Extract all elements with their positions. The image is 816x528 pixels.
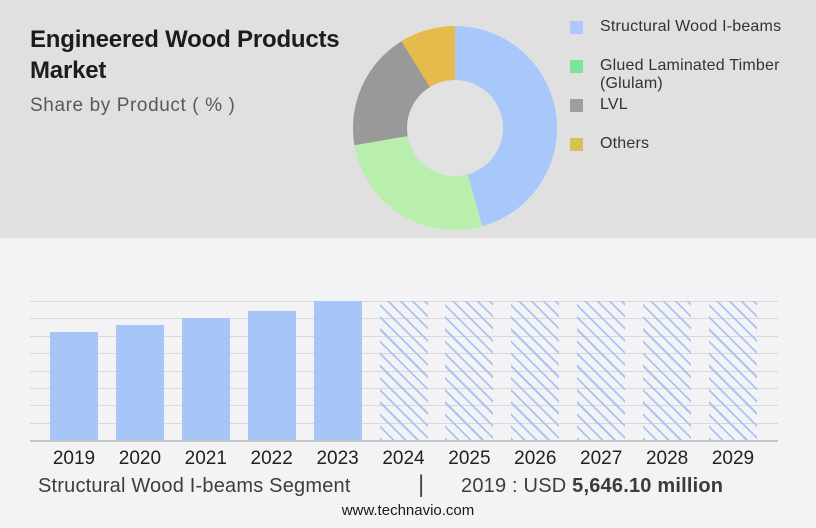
donut-hole — [407, 80, 503, 176]
bar-2023 — [314, 301, 362, 440]
legend-label: LVL — [600, 96, 628, 114]
caption-row: Structural Wood I-beams Segment | 2019 :… — [0, 468, 816, 500]
caption-value-prefix: 2019 : USD — [461, 475, 566, 497]
bar-2029 — [709, 301, 757, 440]
footer-url: www.technavio.com — [0, 502, 816, 519]
legend-swatch — [570, 21, 583, 34]
bar-2020 — [116, 325, 164, 440]
title-block: Engineered Wood Products Market Share by… — [30, 24, 376, 117]
header-section: Engineered Wood Products Market Share by… — [0, 0, 816, 238]
legend-item: Structural Wood I-beams — [570, 18, 805, 57]
legend-swatch — [570, 138, 583, 151]
x-axis-label-2028: 2028 — [634, 448, 700, 470]
bar-2022 — [248, 311, 296, 440]
x-axis-line — [30, 440, 778, 442]
caption-separator: | — [418, 471, 424, 499]
bar-2021 — [182, 318, 230, 440]
chart-section: 2019202020212022202320242025202620272028… — [0, 238, 816, 528]
page-title: Engineered Wood Products Market — [30, 24, 376, 86]
bar-2026 — [511, 301, 559, 440]
x-axis-label-2020: 2020 — [107, 448, 173, 470]
x-axis-label-2026: 2026 — [502, 448, 568, 470]
bar-2028 — [643, 301, 691, 440]
legend-label: Others — [600, 135, 649, 153]
caption-segment: Structural Wood I-beams Segment — [38, 475, 351, 498]
bar-2024 — [380, 301, 428, 440]
donut-chart — [353, 26, 557, 230]
bar-2019 — [50, 332, 98, 440]
legend-item: LVL — [570, 96, 805, 135]
caption-value-amount: 5,646.10 million — [572, 475, 723, 497]
x-axis-label-2029: 2029 — [700, 448, 766, 470]
x-axis-label-2025: 2025 — [436, 448, 502, 470]
legend-swatch — [570, 99, 583, 112]
x-axis-label-2022: 2022 — [239, 448, 305, 470]
x-axis-label-2024: 2024 — [371, 448, 437, 470]
x-axis-label-2023: 2023 — [305, 448, 371, 470]
caption-value: 2019 : USD 5,646.10 million — [461, 475, 723, 498]
donut-legend: Structural Wood I-beams Glued Laminated T… — [570, 18, 805, 174]
legend-label: Glued Laminated Timber (Glulam) — [600, 57, 805, 93]
bar-2025 — [445, 301, 493, 440]
legend-label: Structural Wood I-beams — [600, 18, 781, 36]
bar-2027 — [577, 301, 625, 440]
x-axis-label-2027: 2027 — [568, 448, 634, 470]
legend-swatch — [570, 60, 583, 73]
x-axis-label-2019: 2019 — [41, 448, 107, 470]
x-axis-label-2021: 2021 — [173, 448, 239, 470]
legend-item: Others — [570, 135, 805, 174]
bar-chart: 2019202020212022202320242025202620272028… — [30, 301, 778, 440]
legend-item: Glued Laminated Timber (Glulam) — [570, 57, 805, 96]
chart-subtitle: Share by Product ( % ) — [30, 95, 376, 117]
